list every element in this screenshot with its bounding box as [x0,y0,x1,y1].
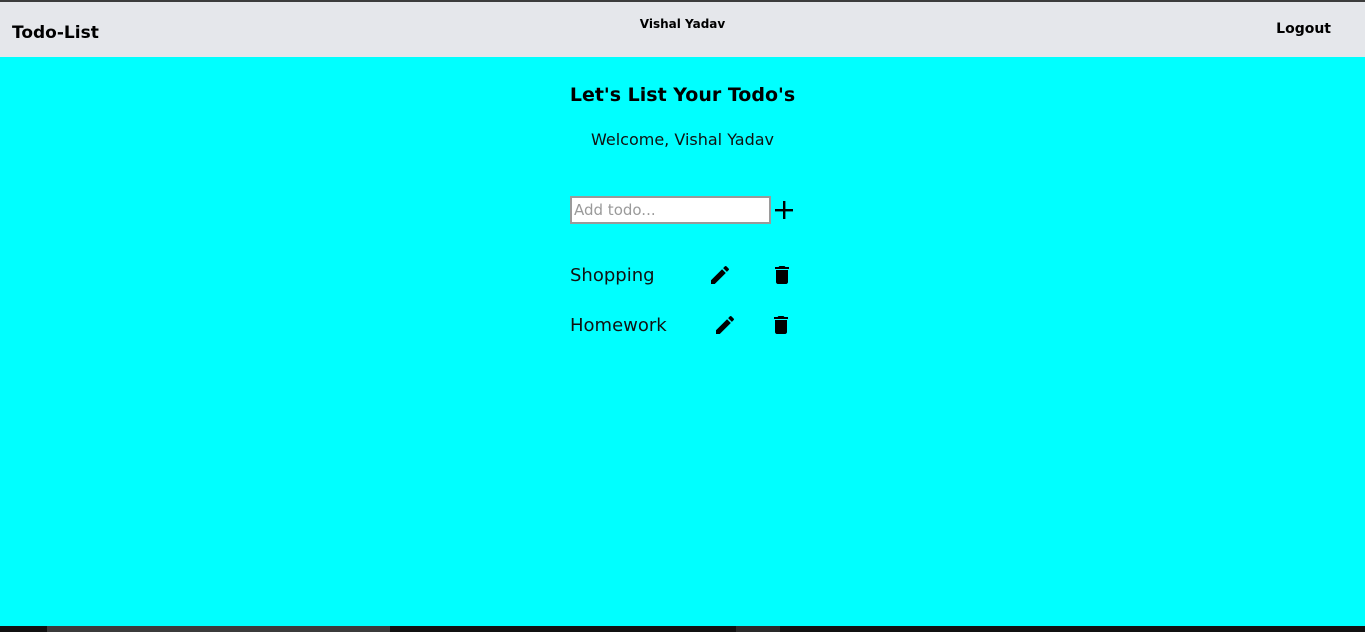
navbar: Todo-List Vishal Yadav Logout [0,2,1365,57]
main-content: Let's List Your Todo's Welcome, Vishal Y… [0,57,1365,626]
trash-icon[interactable] [770,263,794,287]
todo-item: Homework [570,313,810,343]
todo-item: Shopping [570,263,810,293]
navbar-user-name: Vishal Yadav [639,17,726,31]
taskbar-segment [736,626,780,632]
todo-item-text: Shopping [570,265,655,286]
trash-icon[interactable] [769,313,793,337]
page-heading: Let's List Your Todo's [569,84,796,106]
taskbar-segment [47,626,390,632]
logout-button[interactable]: Logout [1276,21,1331,37]
add-todo-input[interactable] [570,196,771,224]
todo-item-text: Homework [570,315,667,336]
pencil-icon[interactable] [713,313,737,337]
pencil-icon[interactable] [708,263,732,287]
plus-icon[interactable] [773,199,795,221]
welcome-message: Welcome, Vishal Yadav [590,130,774,149]
